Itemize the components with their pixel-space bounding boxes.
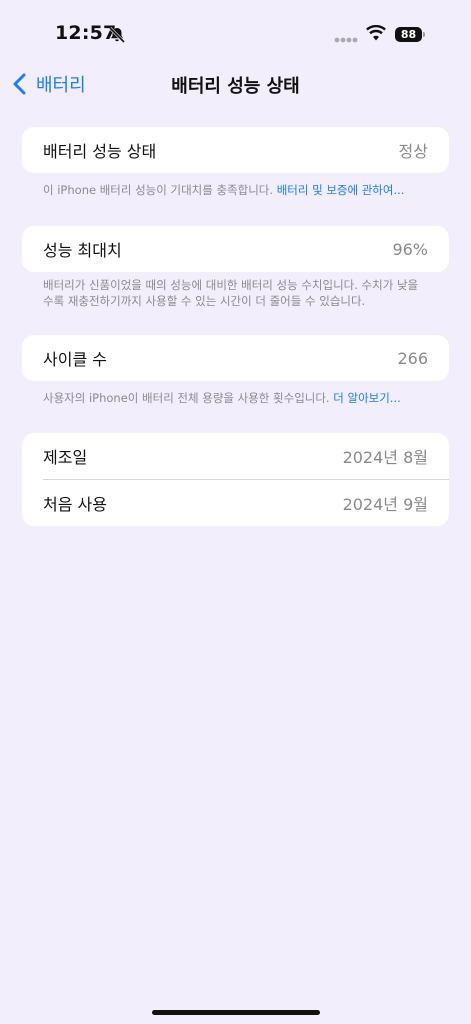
battery-level: 88 (395, 27, 422, 42)
first-use-label: 처음 사용 (43, 495, 107, 514)
maximum-capacity-footnote: 배터리가 신품이었을 때의 성능에 대비한 배터리 성능 수치입니다. 수치가 … (43, 278, 419, 308)
cellular-signal-icon (334, 37, 358, 43)
first-use-value: 2024년 9월 (342, 495, 428, 514)
battery-health-footnote: 이 iPhone 배터리 성능이 기대치를 충족합니다. 배터리 및 보증에 관… (43, 183, 405, 197)
cycle-count-value: 266 (397, 348, 428, 368)
bell-muted-icon (108, 26, 126, 44)
battery-health-value: 정상 (398, 142, 428, 161)
dates-card: 제조일 2024년 8월 처음 사용 2024년 9월 (22, 433, 449, 526)
page-title: 배터리 성능 상태 (171, 76, 300, 97)
first-use-row: 처음 사용 2024년 9월 (22, 480, 449, 526)
wifi-icon (366, 25, 386, 41)
maximum-capacity-card: 성능 최대치 96% (22, 226, 449, 272)
learn-more-link[interactable]: 더 알아보기... (333, 391, 401, 405)
battery-health-label: 배터리 성능 상태 (43, 142, 157, 161)
battery-icon: 88 (395, 27, 425, 42)
navigation-bar: 배터리 배터리 성능 상태 (0, 62, 471, 106)
manufacture-date-row: 제조일 2024년 8월 (22, 433, 449, 479)
cycle-count-label: 사이클 수 (43, 350, 107, 369)
cycle-count-row: 사이클 수 266 (22, 335, 449, 381)
status-bar: 12:57 88 (0, 0, 471, 60)
maximum-capacity-row: 성능 최대치 96% (22, 226, 449, 272)
battery-health-card: 배터리 성능 상태 정상 (22, 127, 449, 173)
maximum-capacity-value: 96% (392, 239, 428, 259)
cycle-count-card: 사이클 수 266 (22, 335, 449, 381)
cycle-count-footnote: 사용자의 iPhone이 배터리 전체 용량을 사용한 횟수입니다. 더 알아보… (43, 391, 401, 405)
home-indicator[interactable] (152, 1010, 320, 1015)
manufacture-date-label: 제조일 (43, 448, 88, 467)
manufacture-date-value: 2024년 8월 (342, 448, 428, 467)
battery-health-row: 배터리 성능 상태 정상 (22, 127, 449, 173)
battery-warranty-link[interactable]: 배터리 및 보증에 관하여... (277, 183, 405, 197)
maximum-capacity-label: 성능 최대치 (43, 241, 122, 260)
